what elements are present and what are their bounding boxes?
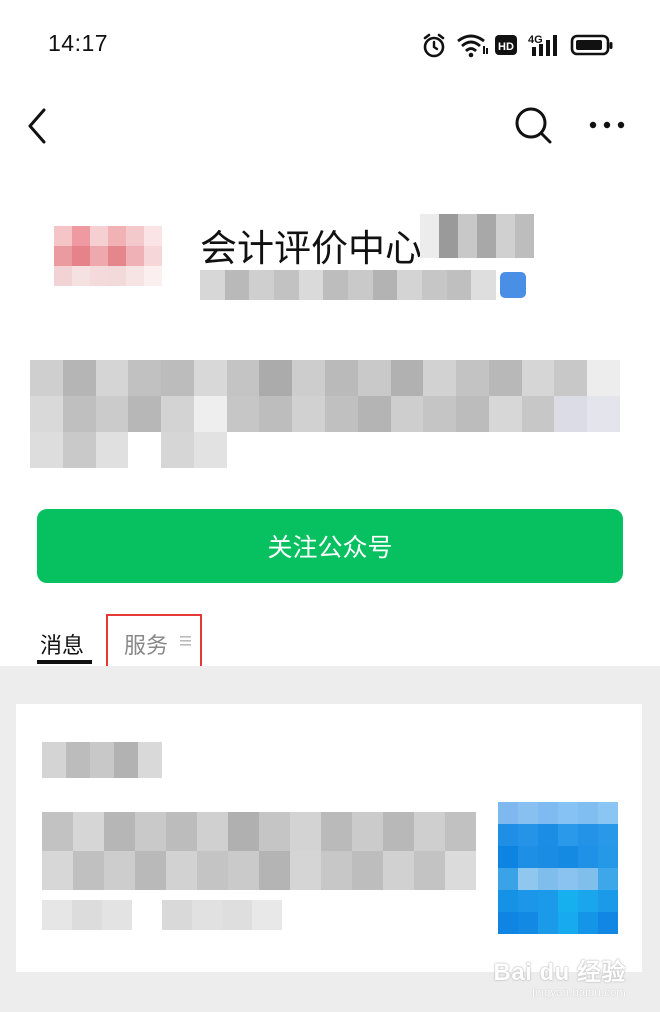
account-avatar bbox=[54, 226, 162, 286]
follow-account-button[interactable]: 关注公众号 bbox=[37, 509, 623, 583]
article-title-redacted bbox=[42, 812, 476, 890]
tab-messages[interactable]: 消息 bbox=[40, 628, 84, 660]
more-dots-icon[interactable] bbox=[586, 112, 628, 138]
battery-icon bbox=[570, 34, 613, 56]
svg-text:HD: HD bbox=[498, 41, 514, 53]
active-tab-indicator bbox=[37, 660, 92, 664]
wifi-icon bbox=[457, 34, 488, 58]
article-thumbnail[interactable] bbox=[498, 802, 618, 934]
account-name-redacted bbox=[420, 214, 534, 258]
account-description-redacted bbox=[30, 360, 620, 468]
article-meta-redacted bbox=[42, 900, 282, 930]
watermark-brand: Bai du 经验 bbox=[493, 959, 626, 986]
search-icon[interactable] bbox=[512, 104, 554, 146]
account-subtitle-redacted bbox=[200, 270, 496, 300]
verified-badge-icon bbox=[500, 272, 526, 298]
annotation-highlight-box bbox=[106, 614, 202, 671]
status-time: 14:17 bbox=[48, 30, 109, 56]
account-name: 会计评价中心 bbox=[200, 227, 422, 270]
watermark-url: jingyan.baidu.com bbox=[532, 987, 626, 999]
back-icon[interactable] bbox=[22, 106, 52, 146]
baidu-jingyan-watermark: Bai du 经验 jingyan.baidu.com bbox=[493, 952, 626, 999]
article-date-redacted bbox=[42, 742, 162, 778]
hd-icon: HD bbox=[495, 35, 517, 55]
alarm-icon bbox=[423, 33, 445, 58]
signal-4g-icon: 4G bbox=[528, 34, 557, 56]
